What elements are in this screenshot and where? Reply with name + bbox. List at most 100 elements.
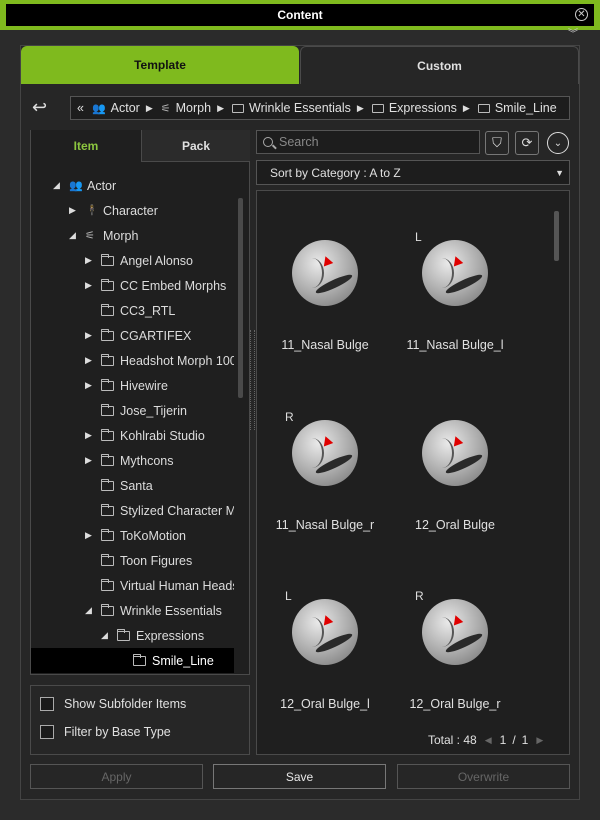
tab-template[interactable]: Template [21,46,299,84]
expanded-arrow-icon[interactable]: ◢ [53,180,63,191]
breadcrumb-item-actor[interactable]: 👥 Actor [92,101,140,115]
search-icon [263,137,273,147]
page-separator: / [512,733,516,747]
collapsed-arrow-icon[interactable]: ▶ [85,430,95,441]
folder-icon [101,603,114,616]
tab-pack[interactable]: Pack [141,130,250,162]
tree-item-folder[interactable]: ▶ Headshot Morph 100 [85,348,234,373]
tree-item-folder[interactable]: ▶ Mythcons [85,448,174,473]
next-page-icon[interactable]: ▶ [536,735,543,746]
filter-icon[interactable]: ⛉ [485,131,509,155]
actor-icon: 👥 [91,102,106,115]
side-badge: L [415,230,422,244]
tree-item-folder[interactable]: ▶ Kohlrabi Studio [85,423,205,448]
tree-scrollbar[interactable] [238,198,243,398]
content-item[interactable]: R 11_Nasal Bulge_r [260,380,390,532]
collapsed-arrow-icon[interactable]: ▶ [85,330,95,341]
breadcrumb-separator-icon: ▶ [145,102,153,113]
folder-icon [101,278,114,291]
tree-item-folder[interactable]: ▶ ToKoMotion [85,523,186,548]
breadcrumb-label: Smile_Line [494,101,557,115]
breadcrumb-item-smile-line[interactable]: Smile_Line [477,101,557,115]
back-icon[interactable]: ↩ [32,96,56,118]
apply-button[interactable]: Apply [30,764,203,789]
collapsed-arrow-icon[interactable]: ▶ [85,280,95,291]
folder-icon [101,403,114,416]
breadcrumb-label: Wrinkle Essentials [249,101,351,115]
tree-item-folder[interactable]: Stylized Character Mo [85,498,234,523]
tree-item-smile-line[interactable]: Smile_Line [31,648,234,673]
filter-base-option[interactable]: Filter by Base Type [40,725,171,739]
collapsed-arrow-icon[interactable]: ▶ [85,255,95,266]
tree-item-folder[interactable]: Santa [85,473,153,498]
tree-item-expressions[interactable]: ◢ Expressions [101,623,204,648]
item-label: 12_Oral Bulge [415,518,495,532]
expanded-arrow-icon[interactable]: ◢ [85,605,95,616]
morph-thumbnail [422,599,488,665]
breadcrumb-item-expressions[interactable]: Expressions [371,101,457,115]
collapsed-arrow-icon[interactable]: ▶ [85,355,95,366]
tab-item[interactable]: Item [31,130,141,162]
sort-dropdown[interactable]: Sort by Category : A to Z ▼ [256,160,570,185]
tree-item-label: Kohlrabi Studio [120,428,205,443]
content-item[interactable]: 11_Nasal Bulge [260,200,390,352]
side-badge: R [285,410,294,424]
tree-item-folder[interactable]: Toon Figures [85,548,192,573]
close-icon[interactable]: ✕ [575,8,588,21]
tree-item-folder[interactable]: ▶ Angel Alonso [85,248,193,273]
folder-icon [101,553,114,566]
content-item[interactable]: L 11_Nasal Bulge_l [390,200,520,352]
panel-splitter[interactable] [250,330,255,430]
collapsed-arrow-icon[interactable]: ▶ [85,455,95,466]
folder-icon [101,378,114,391]
chevron-down-icon[interactable]: ⌄ [547,132,569,154]
expanded-arrow-icon[interactable]: ◢ [101,630,111,641]
folder-icon [101,478,114,491]
refresh-icon[interactable]: ⟳ [515,131,539,155]
tree-item-actor[interactable]: ◢ 👥 Actor [53,173,116,198]
content-item[interactable]: L 12_Oral Bulge_l [260,559,390,711]
folder-icon [101,578,114,591]
collapsed-arrow-icon[interactable]: ▶ [85,380,95,391]
breadcrumb-prev-icon[interactable]: « [77,101,84,115]
tree-item-folder[interactable]: ▶ Hivewire [85,373,168,398]
tree-item-folder[interactable]: CC3_RTL [85,298,175,323]
filter-base-checkbox[interactable] [40,725,54,739]
save-button[interactable]: Save [213,764,386,789]
tree-item-folder[interactable]: Virtual Human Heads [85,573,234,598]
tree-item-label: Hivewire [120,378,168,393]
tab-custom[interactable]: Custom [300,46,579,84]
breadcrumb-label: Expressions [388,101,457,115]
folder-icon [101,453,114,466]
title-bar: Content ✕ [0,0,600,30]
tree-item-folder[interactable]: Jose_Tijerin [85,398,187,423]
expanded-arrow-icon[interactable]: ◢ [69,230,79,241]
breadcrumb-item-morph[interactable]: ⚟ Morph [161,101,211,115]
show-subfolder-checkbox[interactable] [40,697,54,711]
tree-item-label: Virtual Human Heads [120,578,234,593]
marker-icon [320,254,334,267]
collapsed-arrow-icon[interactable]: ▶ [69,205,79,216]
breadcrumb-item-wrinkle-essentials[interactable]: Wrinkle Essentials [232,101,351,115]
folder-icon [232,103,244,113]
collapse-icon[interactable]: ︾ [568,30,578,40]
content-item[interactable]: 12_Oral Bulge [390,380,520,532]
tree-item-wrinkle-essentials[interactable]: ◢ Wrinkle Essentials [85,598,222,623]
current-page: 1 [499,733,507,747]
tree-item-folder[interactable]: ▶ CC Embed Morphs [85,273,226,298]
collapsed-arrow-icon[interactable]: ▶ [85,530,95,541]
folder-icon [101,253,114,266]
grid-scrollbar[interactable] [554,211,559,261]
sort-label: Sort by Category : A to Z [270,165,401,180]
show-subfolder-option[interactable]: Show Subfolder Items [40,697,186,711]
breadcrumb-separator-icon: ▶ [356,102,364,113]
overwrite-button[interactable]: Overwrite [397,764,570,789]
show-subfolder-label: Show Subfolder Items [64,697,187,711]
tree-item-morph[interactable]: ◢ ⚟ Morph [69,223,138,248]
tree-item-character[interactable]: ▶ 🕴 Character [69,198,158,223]
search-input[interactable]: Search [256,130,480,154]
content-item[interactable]: R 12_Oral Bulge_r [390,559,520,711]
prev-page-icon[interactable]: ◀ [485,735,492,746]
tree-item-folder[interactable]: ▶ CGARTIFEX [85,323,191,348]
morph-icon: ⚟ [160,102,171,115]
